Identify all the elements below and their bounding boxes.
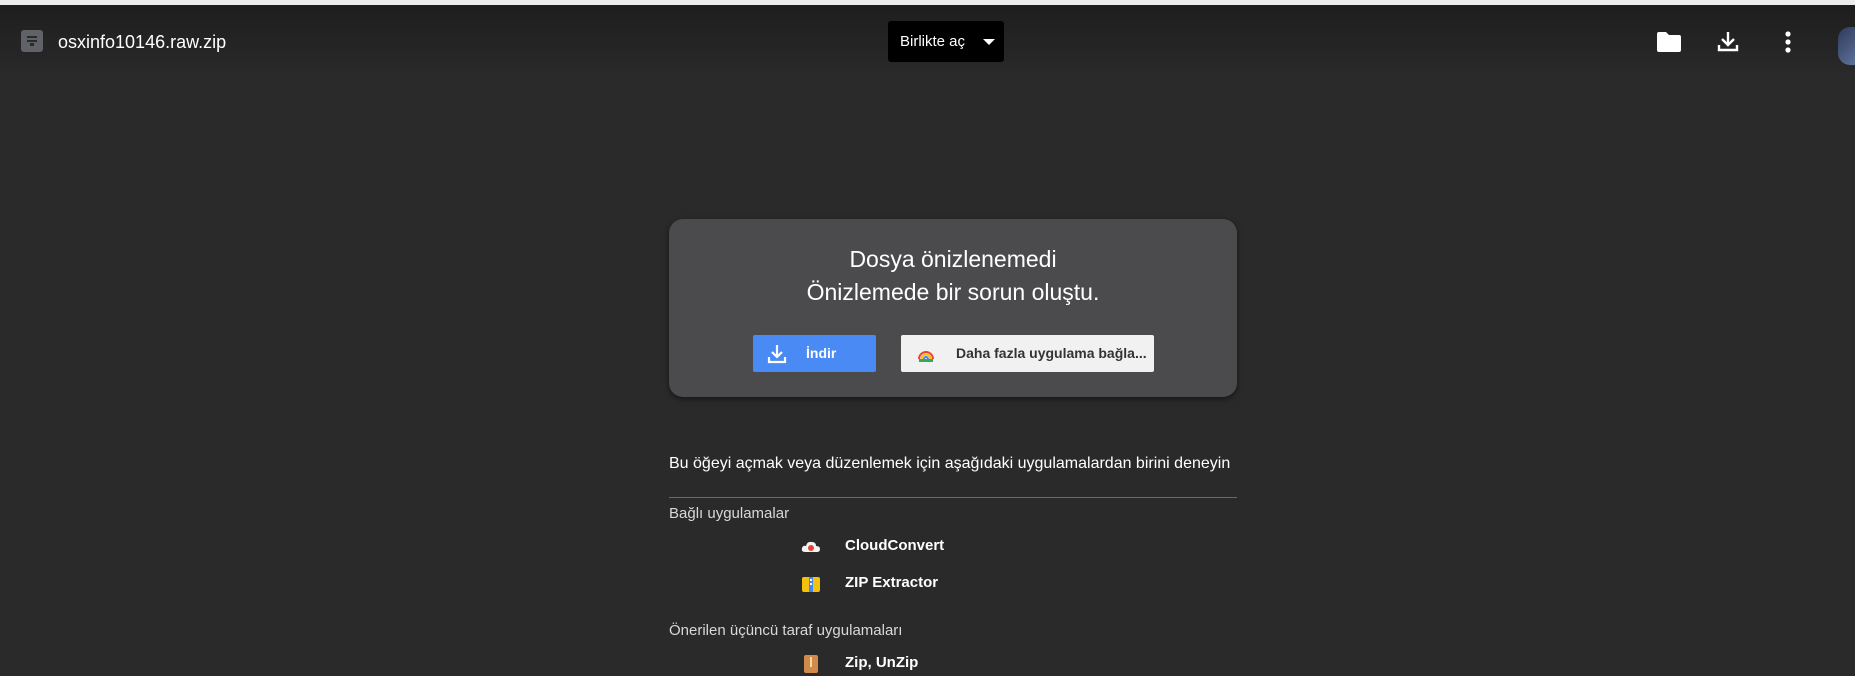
viewer-header: osxinfo10146.raw.zip Birlikte aç (0, 5, 1855, 77)
file-name: osxinfo10146.raw.zip (58, 32, 227, 52)
zip-unzip-icon (804, 655, 818, 673)
connected-apps-heading: Bağlı uygulamalar (669, 505, 790, 522)
caret-down-icon (983, 39, 995, 45)
download-button-label: İndir (806, 345, 837, 361)
more-vert-icon[interactable] (1784, 30, 1792, 54)
apps-hint: Bu öğeyi açmak veya düzenlemek için aşağ… (669, 455, 1231, 472)
divider (669, 497, 1237, 498)
connect-more-apps-button[interactable]: Daha fazla uygulama bağla... (901, 335, 1154, 372)
suggested-apps-heading: Önerilen üçüncü taraf uygulamaları (669, 622, 903, 639)
download-icon[interactable] (1717, 30, 1739, 52)
app-name-zip-extractor: ZIP Extractor (845, 574, 939, 591)
open-with-label: Birlikte aç (900, 33, 966, 50)
preview-error-card: Dosya önizlenemedi Önizlemede bir sorun … (669, 219, 1237, 397)
folder-icon[interactable] (1656, 31, 1682, 53)
app-name-zip-unzip: Zip, UnZip (845, 654, 919, 671)
file-type-icon (21, 30, 43, 52)
apps-rainbow-icon (918, 351, 934, 362)
download-icon (767, 345, 787, 364)
cloudconvert-icon (801, 541, 820, 552)
app-name-cloudconvert: CloudConvert (845, 537, 945, 554)
preview-error-subtitle: Önizlemede bir sorun oluştu. (806, 279, 1100, 305)
avatar[interactable] (1838, 27, 1855, 65)
connect-more-apps-label: Daha fazla uygulama bağla... (956, 345, 1147, 361)
open-with-button[interactable]: Birlikte aç (888, 21, 1004, 62)
download-button[interactable]: İndir (753, 335, 876, 372)
zip-extractor-icon (802, 577, 820, 592)
preview-error-title: Dosya önizlenemedi (849, 246, 1057, 272)
